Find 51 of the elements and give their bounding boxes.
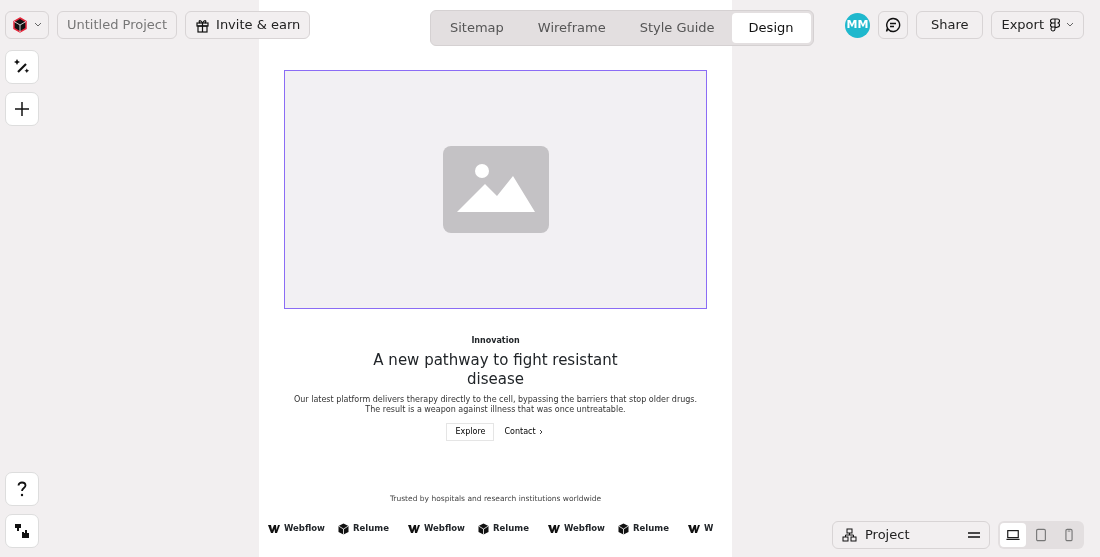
comments-button[interactable]	[877, 11, 908, 39]
magic-wand-icon	[13, 58, 31, 76]
w-logo-icon	[688, 524, 700, 533]
view-tab[interactable]: Style Guide	[622, 13, 732, 43]
equals-icon	[968, 532, 980, 538]
w-logo-icon	[408, 524, 420, 533]
export-button[interactable]: Export	[991, 11, 1084, 39]
cube-logo-icon	[478, 522, 489, 535]
logo-name: Webflow	[284, 522, 325, 535]
logo-name: Webflow	[564, 522, 605, 535]
logo-name: Webflow	[424, 522, 465, 535]
view-tab[interactable]: Design	[731, 13, 811, 43]
app-menu-button[interactable]	[5, 11, 49, 39]
project-name-button[interactable]: Untitled Project	[57, 11, 178, 39]
cube-logo-icon	[12, 17, 28, 33]
logo-name: W	[704, 522, 714, 535]
magic-edit-button[interactable]	[5, 50, 39, 84]
cube-logo-icon	[338, 522, 349, 535]
eyebrow-text: Innovation	[471, 335, 520, 347]
gift-icon	[195, 17, 211, 33]
phone-icon	[1062, 527, 1076, 543]
view-tab[interactable]: Wireframe	[520, 13, 623, 43]
share-button[interactable]: Share	[915, 11, 984, 39]
figma-icon	[1050, 18, 1060, 32]
logo-name: Relume	[353, 522, 389, 535]
cube-logo-icon	[618, 522, 629, 535]
plus-icon	[14, 101, 30, 117]
logo-name: Relume	[633, 522, 669, 535]
tablet-icon	[1034, 527, 1048, 543]
help-button[interactable]	[5, 472, 39, 506]
view-tab[interactable]: Sitemap	[433, 13, 521, 43]
sitemap-icon	[842, 528, 857, 542]
question-icon	[17, 481, 27, 497]
caret-icon	[34, 22, 42, 28]
device-toggle[interactable]	[1000, 523, 1026, 547]
logo-name: Relume	[493, 522, 529, 535]
w-logo-icon	[548, 524, 560, 533]
explore-button[interactable]: Explore	[446, 423, 495, 441]
invite-button[interactable]: Invite & earn	[185, 11, 311, 39]
caret-icon	[1066, 22, 1074, 28]
contact-link[interactable]: Contact	[502, 423, 545, 441]
w-logo-icon	[268, 524, 280, 533]
chevron-right-icon	[538, 429, 543, 435]
layers-button[interactable]: Project	[832, 521, 990, 549]
chat-icon	[884, 17, 901, 33]
image-icon	[442, 146, 549, 233]
hero-description: Our latest platform delivers therapy directly to the cell, bypassing the barriers that stop older drugs. The result is a weapon against illness that was once untreatable.	[292, 395, 699, 415]
hero-heading: A new pathway to fight resistant disease	[372, 351, 619, 389]
laptop-icon	[1006, 527, 1020, 543]
add-button[interactable]	[5, 92, 39, 126]
feedback-button[interactable]	[5, 514, 39, 548]
